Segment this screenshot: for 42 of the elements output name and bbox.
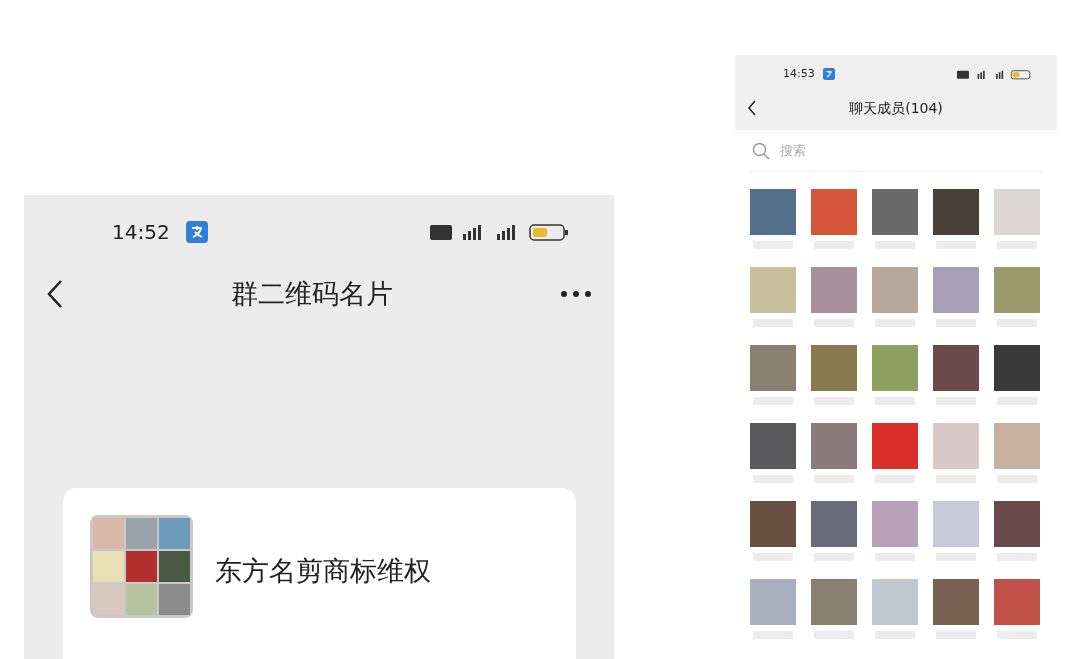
- avatar-photo[interactable]: [933, 579, 979, 625]
- avatar-photo[interactable]: [750, 345, 796, 391]
- avatar-photo[interactable]: [750, 501, 796, 547]
- avatar-photo[interactable]: [750, 189, 796, 235]
- avatar-photo[interactable]: [933, 267, 979, 313]
- avatar-photo[interactable]: [933, 345, 979, 391]
- avatar-photo[interactable]: [811, 189, 857, 235]
- avatar-photo[interactable]: [933, 189, 979, 235]
- avatar-photo[interactable]: [811, 267, 857, 313]
- more-icon[interactable]: [560, 290, 592, 298]
- app-notification-icon: [185, 221, 208, 243]
- avatar-photo[interactable]: [933, 423, 979, 469]
- search-field[interactable]: 搜索: [749, 130, 1043, 172]
- avatar-photo[interactable]: [872, 189, 918, 235]
- avatar-photo[interactable]: [872, 423, 918, 469]
- status-time: 14:53: [783, 65, 815, 82]
- screen-title: 聊天成员(104): [849, 98, 943, 118]
- avatar-photo[interactable]: [933, 501, 979, 547]
- avatar-photo[interactable]: [994, 501, 1040, 547]
- avatar-photo[interactable]: [872, 345, 918, 391]
- avatar-photo[interactable]: [750, 579, 796, 625]
- avatar-photo[interactable]: [994, 345, 1040, 391]
- avatar-photo[interactable]: [750, 267, 796, 313]
- avatar-photo[interactable]: [811, 501, 857, 547]
- avatar-photo[interactable]: [872, 501, 918, 547]
- avatar-photo[interactable]: [811, 579, 857, 625]
- avatar-photo[interactable]: [750, 423, 796, 469]
- avatar-photo[interactable]: [811, 345, 857, 391]
- avatar-photo[interactable]: [994, 189, 1040, 235]
- avatar-photo[interactable]: [994, 267, 1040, 313]
- back-icon[interactable]: [747, 100, 757, 116]
- avatar-photo[interactable]: [811, 423, 857, 469]
- avatar-photo[interactable]: [872, 267, 918, 313]
- app-notification-icon: [822, 68, 835, 80]
- avatar-photo[interactable]: [994, 423, 1040, 469]
- back-icon[interactable]: [46, 279, 64, 309]
- status-time: 14:52: [112, 219, 170, 246]
- group-name: 东方名剪商标维权: [215, 554, 431, 588]
- search-icon: [752, 141, 770, 160]
- avatar-photo[interactable]: [994, 579, 1040, 625]
- avatar-photo[interactable]: [872, 579, 918, 625]
- screen-title: 群二维码名片: [231, 276, 393, 311]
